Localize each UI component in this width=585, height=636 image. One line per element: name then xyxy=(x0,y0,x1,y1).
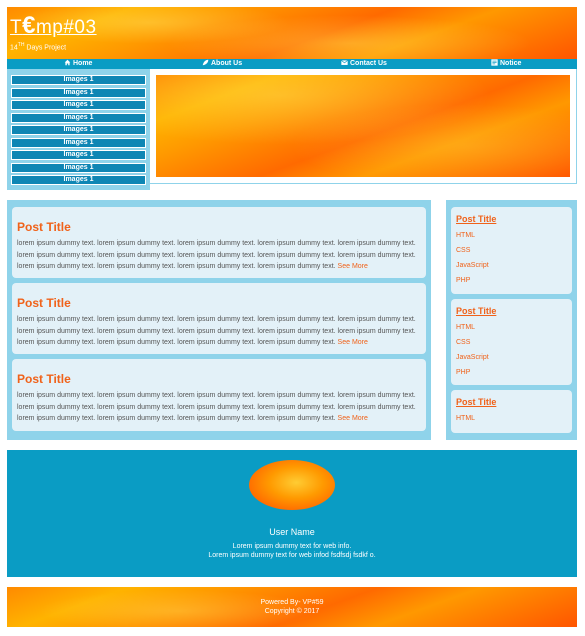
nav-item-notice[interactable]: Notice xyxy=(491,59,521,69)
sidebar-card-title[interactable]: Post Title xyxy=(456,214,496,224)
profile-info-line-1: Lorem ipsum dummy text for web info. xyxy=(232,543,352,550)
post-body: lorem ipsum dummy text. lorem ipsum dumm… xyxy=(17,238,417,273)
nav-item-about-us[interactable]: About Us xyxy=(202,59,242,69)
sidebar-panel: Post Title HTML CSS JavaScript PHP Post … xyxy=(446,200,577,440)
site-logo[interactable]: T€mp#03 xyxy=(10,12,97,40)
sidebar-link-html[interactable]: HTML xyxy=(456,232,475,239)
notice-icon xyxy=(491,59,498,66)
envelope-icon xyxy=(341,60,348,65)
sidebar-link-javascript[interactable]: JavaScript xyxy=(456,262,489,269)
home-icon xyxy=(64,59,71,66)
sidebar-link-php[interactable]: PHP xyxy=(456,369,470,376)
logo-prefix: T xyxy=(10,17,23,38)
post-card: Post Title lorem ipsum dummy text. lorem… xyxy=(12,283,426,354)
sidebar-card: Post Title HTML CSS JavaScript PHP xyxy=(451,299,572,385)
side-menu-item[interactable]: Images 1 xyxy=(11,137,146,148)
user-name: User Name xyxy=(269,527,315,537)
tagline-number: 14 xyxy=(10,44,18,52)
post-title[interactable]: Post Title xyxy=(17,372,71,386)
nav-item-home[interactable]: Home xyxy=(64,59,92,69)
sidebar-link-javascript[interactable]: JavaScript xyxy=(456,354,489,361)
side-menu-item[interactable]: Images 1 xyxy=(11,112,146,123)
side-menu-item[interactable]: Images 1 xyxy=(11,125,146,135)
copyright: Copyright © 2017 xyxy=(264,608,320,615)
tagline-text: Days Project xyxy=(24,44,67,52)
image-side-menu: Images 1 Images 1 Images 1 Images 1 Imag… xyxy=(7,69,150,190)
banner-container xyxy=(150,69,577,184)
sidebar-card-title[interactable]: Post Title xyxy=(456,397,496,407)
site-footer: Powered By- VP#59 Copyright © 2017 xyxy=(7,587,577,627)
post-body: lorem ipsum dummy text. lorem ipsum dumm… xyxy=(17,390,417,425)
post-title[interactable]: Post Title xyxy=(17,296,71,310)
sidebar-card: Post Title HTML CSS JavaScript PHP xyxy=(451,207,572,294)
avatar xyxy=(249,460,335,510)
posts-panel: Post Title lorem ipsum dummy text. lorem… xyxy=(7,200,431,440)
logo-suffix: mp#03 xyxy=(35,17,97,38)
leaf-icon xyxy=(202,59,209,66)
post-card: Post Title lorem ipsum dummy text. lorem… xyxy=(12,207,426,278)
nav-label-contact-us: Contact Us xyxy=(350,60,387,67)
side-menu-item[interactable]: Images 1 xyxy=(11,150,146,160)
sidebar-link-css[interactable]: CSS xyxy=(456,339,470,346)
powered-by: Powered By- VP#59 xyxy=(260,599,324,606)
side-menu-item[interactable]: Images 1 xyxy=(11,162,146,173)
side-menu-item[interactable]: Images 1 xyxy=(11,87,146,98)
side-menu-item[interactable]: Images 1 xyxy=(11,75,146,85)
sidebar-link-html[interactable]: HTML xyxy=(456,324,475,331)
sidebar-link-css[interactable]: CSS xyxy=(456,247,470,254)
side-menu-item[interactable]: Images 1 xyxy=(11,175,146,185)
see-more-link[interactable]: See More xyxy=(338,263,368,270)
sidebar-link-html[interactable]: HTML xyxy=(456,415,475,422)
post-title[interactable]: Post Title xyxy=(17,220,71,234)
side-menu-item[interactable]: Images 1 xyxy=(11,100,146,110)
nav-label-about-us: About Us xyxy=(211,60,243,67)
post-body: lorem ipsum dummy text. lorem ipsum dumm… xyxy=(17,314,417,349)
site-header: T€mp#03 14TH Days Project xyxy=(7,7,577,59)
sidebar-card-title[interactable]: Post Title xyxy=(456,306,496,316)
logo-euro-glyph: € xyxy=(22,12,36,39)
see-more-link[interactable]: See More xyxy=(338,339,368,346)
site-tagline: 14TH Days Project xyxy=(10,42,66,51)
profile-section: User Name Lorem ipsum dummy text for web… xyxy=(7,450,577,577)
nav-label-notice: Notice xyxy=(500,60,522,67)
nav-item-contact-us[interactable]: Contact Us xyxy=(341,59,387,69)
profile-info-line-2: Lorem ipsum dummy text for web infod fsd… xyxy=(208,552,376,559)
sidebar-link-php[interactable]: PHP xyxy=(456,277,470,284)
main-nav: Home About Us Contact Us Notice xyxy=(7,59,577,69)
footer-swirl xyxy=(7,587,577,627)
see-more-link[interactable]: See More xyxy=(338,415,368,422)
post-card: Post Title lorem ipsum dummy text. lorem… xyxy=(12,359,426,431)
nav-label-home: Home xyxy=(73,60,93,67)
banner-swirl xyxy=(156,75,570,177)
banner-image xyxy=(156,75,570,177)
sidebar-card: Post Title HTML xyxy=(451,390,572,433)
